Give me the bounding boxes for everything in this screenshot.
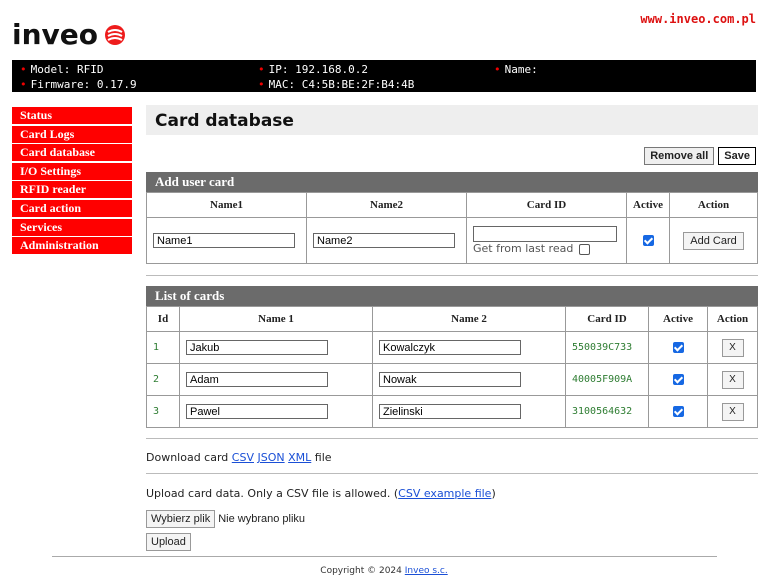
logo: inveo (12, 18, 126, 51)
get-from-last-read-checkbox[interactable] (579, 243, 591, 255)
toolbar: Remove all Save (644, 147, 756, 165)
upload-container: Upload (146, 533, 191, 551)
col-action: Action (669, 192, 758, 218)
page-title: Card database (146, 105, 758, 135)
remove-all-button[interactable]: Remove all (644, 147, 715, 165)
download-json-link[interactable]: JSON (257, 451, 284, 464)
company-link[interactable]: Inveo s.c. (405, 566, 448, 576)
sidebar-item-services[interactable]: Services (12, 218, 132, 236)
row-name2-input[interactable] (379, 340, 521, 355)
table-row: 3 3100564632 X (146, 395, 758, 428)
row-name2-input[interactable] (379, 404, 521, 419)
card-list-heading: List of cards (146, 286, 758, 306)
sidebar: Status Card Logs Card database I/O Setti… (12, 107, 132, 256)
site-url-link[interactable]: www.inveo.com.pl (640, 12, 756, 26)
ip-text: IP: 192.168.0.2 (268, 63, 368, 76)
upload-line: Upload card data. Only a CSV file is all… (146, 487, 496, 500)
main-content: Card database Remove all Save Add user c… (146, 105, 758, 551)
no-file-text: Nie wybrano pliku (218, 513, 306, 525)
col-id: Id (146, 306, 180, 332)
footer-divider (52, 556, 717, 557)
model-text: Model: RFID (30, 63, 104, 76)
row-card-id: 550039C733 (565, 331, 649, 364)
file-picker: Wybierz plik Nie wybrano pliku (146, 510, 305, 528)
mac-text: MAC: C4:5B:BE:2F:B4:4B (268, 78, 415, 91)
col-name2: Name2 (306, 192, 467, 218)
get-from-last-read-label: Get from last read (473, 242, 574, 255)
download-suffix: file (314, 451, 332, 464)
copyright-text: Copyright © 2024 (320, 566, 402, 576)
download-line: Download card CSV JSON XML file (146, 451, 332, 464)
upload-text: Upload card data. Only a CSV file is all… (146, 487, 399, 500)
firmware-text: Firmware: 0.17.9 (30, 78, 137, 91)
csv-example-link[interactable]: CSV example file (398, 487, 491, 500)
row-name1-input[interactable] (186, 372, 328, 387)
inveo-logo-icon (105, 24, 126, 45)
row-name1-input[interactable] (186, 340, 328, 355)
divider (146, 275, 758, 276)
col-action: Action (707, 306, 758, 332)
col-active: Active (626, 192, 670, 218)
card-list-table: Id Name 1 Name 2 Card ID Active Action 1… (146, 306, 758, 428)
row-card-id: 40005F909A (565, 363, 649, 396)
row-active-checkbox[interactable] (672, 373, 684, 385)
col-name1: Name1 (146, 192, 307, 218)
choose-file-button[interactable]: Wybierz plik (146, 510, 216, 528)
name2-input[interactable] (313, 233, 455, 248)
device-name-text: Name: (504, 63, 538, 76)
delete-row-button[interactable]: X (721, 402, 744, 421)
download-xml-link[interactable]: XML (288, 451, 311, 464)
sidebar-item-rfid-reader[interactable]: RFID reader (12, 181, 132, 199)
download-prefix: Download card (146, 451, 229, 464)
sidebar-item-card-database[interactable]: Card database (12, 144, 132, 162)
add-card-section: Add user card Name1 Name2 Card ID Active… (146, 172, 758, 264)
card-list-section: List of cards Id Name 1 Name 2 Card ID A… (146, 286, 758, 428)
add-card-table: Name1 Name2 Card ID Active Action Get fr… (146, 192, 758, 264)
col-active: Active (648, 306, 708, 332)
col-name-2: Name 2 (372, 306, 566, 332)
col-card-id: Card ID (565, 306, 649, 332)
upload-button[interactable]: Upload (146, 533, 191, 551)
table-row: 2 40005F909A X (146, 363, 758, 396)
add-card-heading: Add user card (146, 172, 758, 192)
table-row: 1 550039C733 X (146, 331, 758, 364)
row-id: 1 (146, 331, 180, 364)
card-id-input[interactable] (473, 226, 617, 242)
footer: Copyright © 2024 Inveo s.c. (0, 566, 768, 576)
row-id: 2 (146, 363, 180, 396)
row-active-checkbox[interactable] (672, 341, 684, 353)
delete-row-button[interactable]: X (721, 370, 744, 389)
device-info-bar: • Model: RFID • Firmware: 0.17.9 • IP: 192.… (12, 60, 756, 92)
download-csv-link[interactable]: CSV (232, 451, 254, 464)
row-id: 3 (146, 395, 180, 428)
delete-row-button[interactable]: X (721, 338, 744, 357)
col-name-1: Name 1 (179, 306, 373, 332)
save-button[interactable]: Save (718, 147, 756, 165)
add-card-active-checkbox[interactable] (642, 234, 654, 246)
name1-input[interactable] (153, 233, 295, 248)
sidebar-item-io-settings[interactable]: I/O Settings (12, 162, 132, 180)
divider (146, 438, 758, 439)
sidebar-item-card-action[interactable]: Card action (12, 199, 132, 217)
upload-text-end: ) (491, 487, 496, 500)
row-card-id: 3100564632 (565, 395, 649, 428)
row-name1-input[interactable] (186, 404, 328, 419)
col-card-id: Card ID (466, 192, 627, 218)
sidebar-item-card-logs[interactable]: Card Logs (12, 125, 132, 143)
divider (146, 473, 758, 474)
add-card-button[interactable]: Add Card (683, 231, 744, 250)
sidebar-item-administration[interactable]: Administration (12, 237, 132, 255)
sidebar-item-status[interactable]: Status (12, 107, 132, 124)
logo-text: inveo (12, 18, 99, 51)
row-name2-input[interactable] (379, 372, 521, 387)
row-active-checkbox[interactable] (672, 405, 684, 417)
